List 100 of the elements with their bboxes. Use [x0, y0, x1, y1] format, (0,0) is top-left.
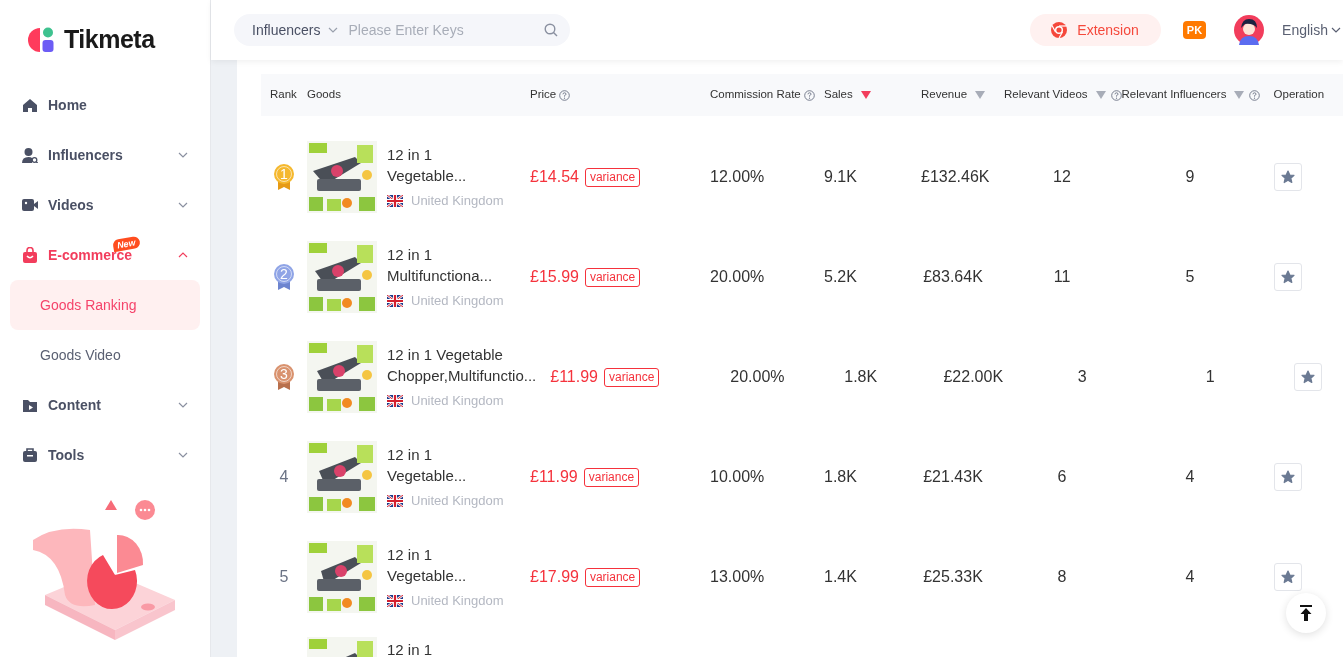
rank-number: 4 [279, 467, 289, 487]
favorite-button[interactable] [1294, 363, 1323, 391]
table-cell: 4 [1185, 468, 1195, 485]
sidebar-item[interactable]: E-commerce New [0, 230, 210, 280]
sidebar-item[interactable]: Videos [0, 180, 210, 230]
price: £14.54 [530, 167, 579, 187]
column-header: Goods [307, 87, 341, 103]
variance-tag: variance [604, 367, 660, 387]
table-cell: 20.00% [710, 268, 765, 285]
language-selector[interactable]: English [1282, 19, 1343, 41]
sidebar-item[interactable]: Content [0, 380, 210, 430]
search-field[interactable]: Please Enter Keys [346, 18, 536, 42]
star-icon [1301, 370, 1316, 384]
country-name: United Kingdom [411, 591, 504, 610]
product-name[interactable]: 12 in 1 Multifunctiona... [387, 243, 504, 286]
folder-icon [22, 397, 38, 413]
country-name: United Kingdom [411, 191, 504, 210]
column-header: Revenue [921, 87, 968, 103]
table-cell: 12 [1053, 168, 1071, 185]
scope-dropdown[interactable]: Influencers [252, 19, 339, 41]
help-icon[interactable] [559, 89, 571, 101]
table-cell: 6 [1057, 468, 1067, 485]
price: £11.99 [530, 467, 578, 487]
avatar[interactable] [1234, 15, 1265, 45]
star-icon [1281, 170, 1295, 184]
chevron-icon [1331, 27, 1341, 33]
favorite-button[interactable] [1274, 163, 1302, 191]
column-header: Rank [270, 87, 297, 103]
favorite-button[interactable] [1274, 563, 1302, 591]
submenu-item[interactable]: Goods Video [10, 330, 200, 380]
help-icon[interactable] [1249, 89, 1261, 101]
favorite-button[interactable] [1274, 263, 1302, 291]
country-name: United Kingdom [411, 391, 504, 410]
table-cell: 1.8K [844, 368, 878, 385]
table-cell: £25.33K [923, 568, 983, 585]
shopping-bag-icon [22, 247, 38, 263]
product-name[interactable]: 12 in 1 [387, 639, 433, 657]
table-cell: 20.00% [730, 368, 785, 385]
medal-icon [273, 263, 295, 291]
table-cell: £132.46K [921, 168, 990, 185]
flag-icon [387, 194, 403, 207]
sidebar-item[interactable]: Tools [0, 430, 210, 480]
table-cell: 11 [1053, 268, 1071, 285]
star-icon [1281, 470, 1295, 484]
country-name: United Kingdom [411, 291, 504, 310]
price: £17.99 [530, 567, 579, 587]
sidebar-item[interactable]: Influencers [0, 130, 210, 180]
table-cell: 3 [1077, 368, 1087, 385]
country-name: United Kingdom [411, 491, 504, 510]
medal-icon [273, 163, 295, 191]
table-cell: 4 [1185, 568, 1195, 585]
sort-icon[interactable] [1234, 91, 1245, 99]
flag-icon [387, 294, 403, 307]
price: £11.99 [550, 367, 598, 387]
rank-number: 2 [280, 265, 288, 284]
arrow-up-icon [1299, 605, 1313, 621]
variance-tag: variance [584, 167, 641, 187]
sidebar-item[interactable]: Home [0, 80, 210, 130]
table-cell: 5.2K [824, 268, 857, 285]
search-box[interactable]: Influencers Please Enter Keys [234, 14, 570, 46]
table-cell: 9 [1185, 168, 1195, 185]
product-name[interactable]: 12 in 1 Vegetable... [387, 143, 504, 186]
chevron-icon [178, 452, 188, 458]
user-search-icon [22, 147, 38, 163]
product-name[interactable]: 12 in 1 Vegetable... [387, 543, 504, 586]
medal-icon [273, 363, 295, 391]
table-cell: £22.00K [943, 368, 1004, 385]
product-name[interactable]: 12 in 1 Vegetable... [387, 443, 504, 486]
table-cell: 13.00% [710, 568, 765, 585]
help-icon[interactable] [803, 89, 815, 101]
variance-tag: variance [583, 467, 640, 487]
help-icon[interactable] [1110, 89, 1122, 101]
product-name[interactable]: 12 in 1 Vegetable Chopper,Multifunctio... [387, 343, 537, 386]
flag-icon [387, 594, 403, 607]
table-cell: 12.00% [710, 168, 765, 185]
table-cell: 1 [1205, 368, 1215, 385]
rank-number: 5 [279, 567, 289, 587]
table-cell: 5 [1185, 268, 1195, 285]
new-badge: New [112, 235, 141, 253]
chevron-icon [178, 402, 188, 408]
rank-number: 3 [280, 365, 288, 384]
sort-icon[interactable] [860, 91, 871, 99]
sort-icon[interactable] [975, 91, 986, 99]
table-cell: 1.8K [824, 468, 857, 485]
flag-icon [387, 394, 403, 407]
video-camera-icon [22, 197, 38, 213]
column-header: Sales [824, 87, 853, 103]
search-icon[interactable] [544, 23, 558, 37]
sort-icon[interactable] [1095, 91, 1106, 99]
table-cell: £83.64K [923, 268, 983, 285]
favorite-button[interactable] [1274, 463, 1302, 491]
brand-name: Tikmeta [64, 24, 155, 56]
home-icon [22, 97, 38, 113]
table-cell: £21.43K [923, 468, 983, 485]
flag-icon [387, 494, 403, 507]
browser-logo-icon [1050, 21, 1069, 39]
star-icon [1281, 570, 1295, 584]
chevron-icon [178, 202, 188, 208]
price: £15.99 [530, 267, 579, 287]
table-cell: 8 [1057, 568, 1067, 585]
